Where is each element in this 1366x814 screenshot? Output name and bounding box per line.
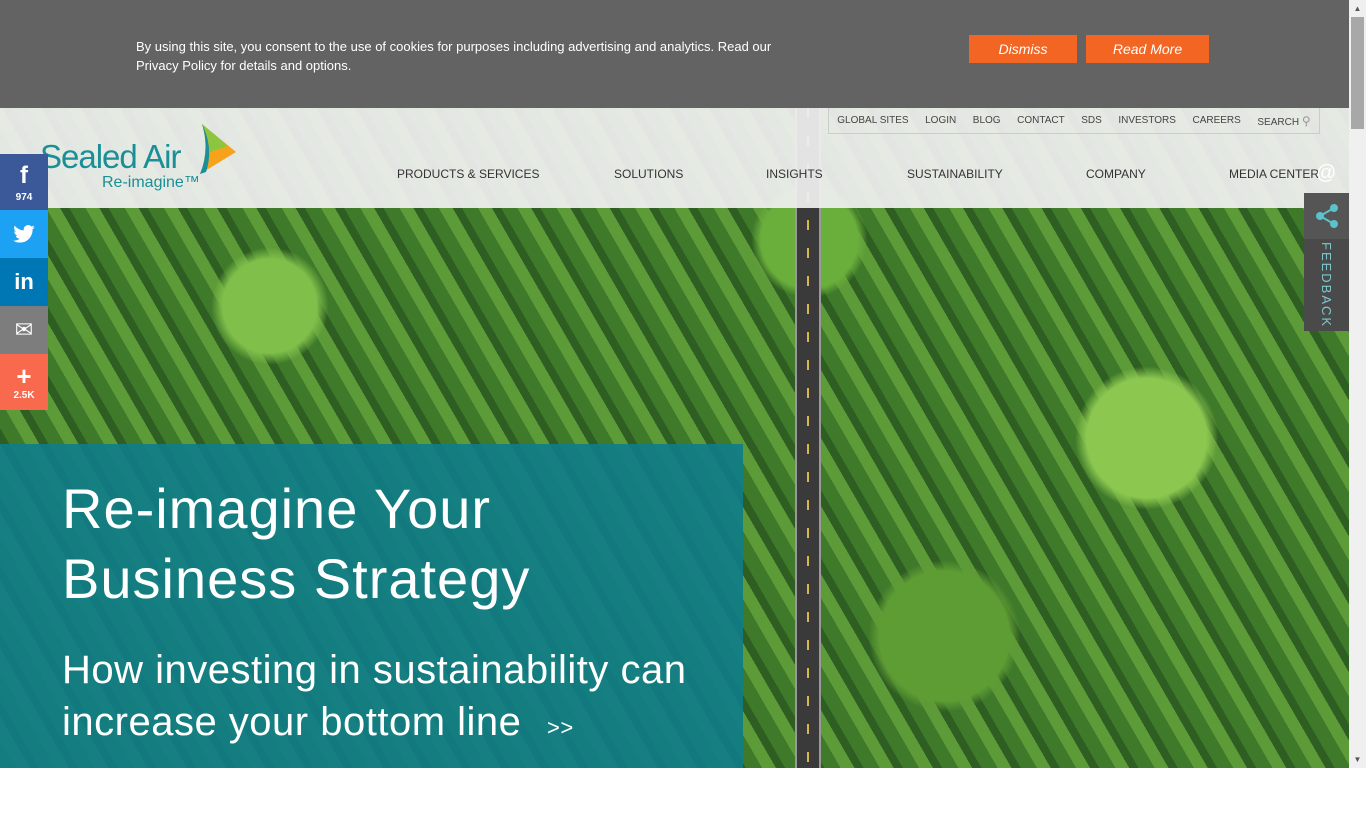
nav-company[interactable]: COMPANY bbox=[1086, 167, 1146, 181]
more-count: 2.5K bbox=[13, 389, 35, 401]
scrollbar-thumb[interactable] bbox=[1351, 17, 1364, 129]
util-investors[interactable]: INVESTORS bbox=[1118, 115, 1176, 126]
hero-subtitle[interactable]: How investing in sustainability can incr… bbox=[62, 644, 722, 754]
nav-products-services[interactable]: PRODUCTS & SERVICES bbox=[397, 167, 539, 181]
linkedin-share-button[interactable]: in bbox=[0, 258, 48, 306]
viewport: By using this site, you consent to the u… bbox=[0, 0, 1349, 768]
util-login[interactable]: LOGIN bbox=[925, 115, 956, 126]
util-sds[interactable]: SDS bbox=[1081, 115, 1102, 126]
email-icon: ✉ bbox=[14, 317, 34, 342]
util-global-sites[interactable]: GLOBAL SITES bbox=[837, 115, 908, 126]
hero-title: Re-imagine Your Business Strategy bbox=[62, 477, 531, 610]
facebook-icon: f bbox=[20, 161, 28, 189]
scroll-down-icon[interactable]: ▼ bbox=[1349, 751, 1366, 768]
util-careers[interactable]: CAREERS bbox=[1192, 115, 1240, 126]
twitter-share-button[interactable] bbox=[0, 210, 48, 258]
util-contact[interactable]: CONTACT bbox=[1017, 115, 1065, 126]
read-more-button[interactable]: Read More bbox=[1086, 35, 1209, 63]
logo-name: Sealed Air bbox=[40, 138, 181, 175]
nav-media-center[interactable]: MEDIA CENTER bbox=[1229, 167, 1319, 181]
facebook-share-button[interactable]: f 974 bbox=[0, 154, 48, 210]
search-label: SEARCH bbox=[1257, 116, 1300, 128]
share-widget-button[interactable] bbox=[1304, 193, 1349, 239]
plus-icon: + bbox=[16, 360, 32, 391]
nav-insights[interactable]: INSIGHTS bbox=[766, 167, 823, 181]
hero-subtitle-text: How investing in sustainability can incr… bbox=[62, 648, 687, 744]
util-blog[interactable]: BLOG bbox=[973, 115, 1001, 126]
cookie-banner: By using this site, you consent to the u… bbox=[0, 0, 1349, 108]
utility-nav: GLOBAL SITES LOGIN BLOG CONTACT SDS INVE… bbox=[828, 108, 1320, 134]
twitter-icon bbox=[13, 225, 35, 243]
logo-sail-icon bbox=[200, 124, 236, 174]
nav-solutions[interactable]: SOLUTIONS bbox=[614, 167, 683, 181]
facebook-count: 974 bbox=[15, 191, 33, 203]
email-share-button[interactable]: ✉ bbox=[0, 306, 48, 354]
scroll-up-icon[interactable]: ▲ bbox=[1349, 0, 1366, 17]
hero-promo-panel[interactable]: Re-imagine Your Business Strategy How in… bbox=[0, 444, 743, 768]
search-icon: ⚲ bbox=[1301, 113, 1311, 128]
logo-tagline: Re-imagine™ bbox=[102, 174, 200, 191]
nav-sustainability[interactable]: SUSTAINABILITY bbox=[907, 167, 1003, 181]
cookie-text: By using this site, you consent to the u… bbox=[136, 39, 772, 73]
feedback-tab[interactable]: FEEDBACK bbox=[1304, 239, 1349, 331]
util-search[interactable]: SEARCH ⚲ bbox=[1257, 114, 1310, 128]
hero-arrow-icon: >> bbox=[547, 715, 574, 740]
more-share-button[interactable]: + 2.5K bbox=[0, 354, 48, 410]
share-icon bbox=[1315, 204, 1338, 228]
site-header: Sealed Air Re-imagine™ GLOBAL SITES LOGI… bbox=[0, 108, 1349, 208]
email-at-icon[interactable]: @ bbox=[1316, 162, 1336, 185]
dismiss-button[interactable]: Dismiss bbox=[969, 35, 1077, 63]
linkedin-icon: in bbox=[14, 269, 34, 294]
